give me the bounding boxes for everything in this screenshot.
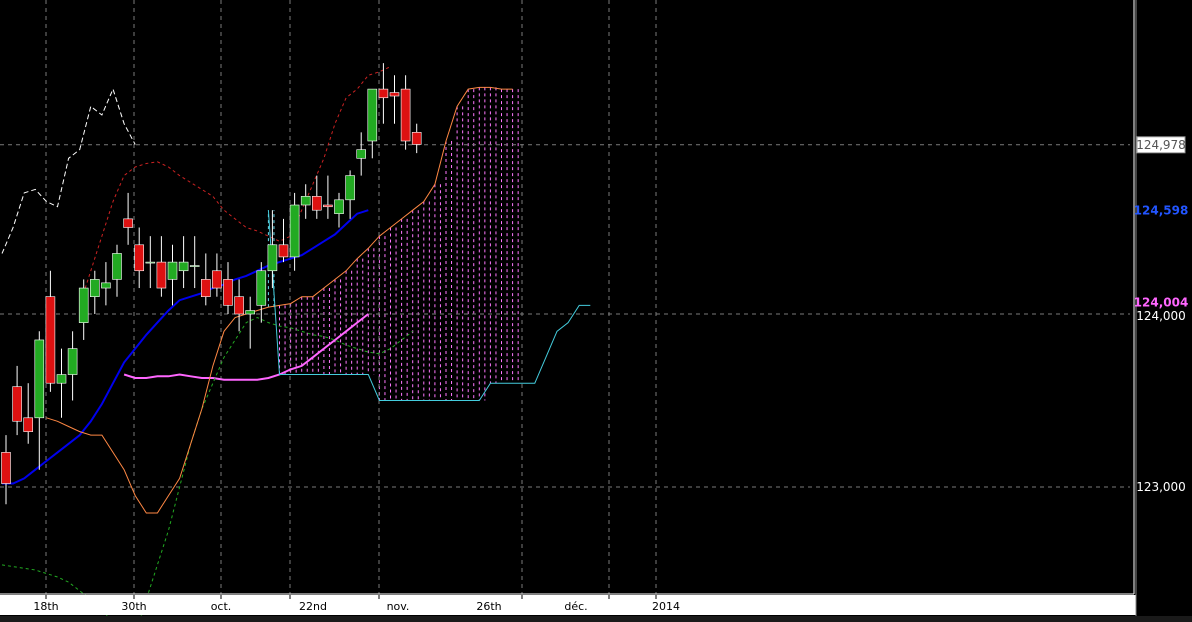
price-label: 124,598 [1134,204,1189,218]
candle-body [123,218,133,228]
price-label: 124,000 [1136,309,1186,323]
candle-body [167,261,178,280]
candle-body [1,452,11,484]
candle-body [178,261,189,272]
candle-body [378,88,389,99]
x-tick-label: déc. [564,600,587,613]
price-label: 124,978 [1136,138,1186,152]
x-tick-label: oct. [211,600,232,613]
x-tick-label: 22nd [299,600,327,613]
candle-body [78,287,89,323]
candle-body [12,386,22,422]
candle-body [201,279,211,297]
candle-body [45,296,56,384]
bottom-strip [0,616,1192,622]
x-tick-label: 2014 [652,600,680,613]
candle-body [256,270,267,306]
price-label: 123,000 [1136,480,1186,494]
candle-body [212,270,222,289]
candle-body [145,261,156,264]
plot-background [0,0,1192,622]
price-label: 124,004 [1134,295,1189,309]
candle-body [90,279,100,297]
x-tick-label: 18th [33,600,58,613]
candle-body [156,261,167,289]
candle-body [400,88,411,142]
candle-body [389,92,400,97]
candle-body [411,132,422,145]
candle-body [23,417,34,432]
candle-body [134,244,144,272]
candle-body [323,204,333,208]
candle-body [56,374,67,384]
candle-body [300,196,311,206]
candle-body [367,88,378,142]
candle-body [245,310,255,315]
candle-body [223,279,233,306]
candle-body [334,199,344,214]
candle-body [345,175,355,201]
x-tick-label: 26th [476,600,501,613]
candle-body [311,196,322,211]
candle-body [234,296,244,315]
x-tick-label: nov. [387,600,410,613]
candle-body [278,244,289,258]
candle-body [112,253,122,280]
candle-body [356,149,367,159]
candle-body [289,204,300,258]
candle-body [267,244,278,272]
ichimoku-chart: 18th 30th oct. 22nd nov. 26th déc. 2014 124,978 1… [0,0,1192,622]
candle-body [34,339,45,419]
candle-body [67,348,78,375]
x-tick-label: 30th [121,600,146,613]
candle-body [189,265,200,267]
candle-body [101,282,111,289]
